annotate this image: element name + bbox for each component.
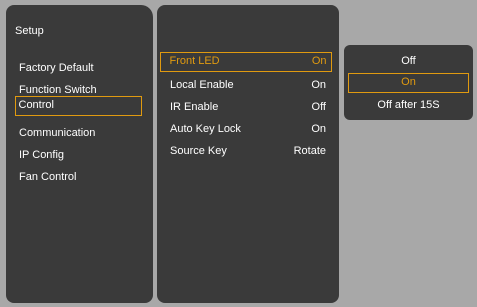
setting-local-enable[interactable]: Local Enable On [160, 75, 332, 95]
setting-value: On [311, 55, 327, 67]
menu-item-ip-config[interactable]: IP Config [15, 145, 142, 165]
option-off[interactable]: Off [348, 51, 469, 71]
setting-value: On [311, 123, 326, 135]
control-settings-panel: Front LED On Local Enable On IR Enable O… [157, 5, 339, 303]
setting-label: Front LED [169, 55, 220, 67]
menu-item-communication[interactable]: Communication [15, 123, 142, 143]
setting-label: Auto Key Lock [170, 123, 241, 135]
setting-auto-key-lock[interactable]: Auto Key Lock On [160, 119, 332, 139]
option-off-after-15s[interactable]: Off after 15S [348, 95, 469, 115]
setting-label: Source Key [170, 145, 227, 157]
menu-item-control[interactable]: Control [15, 96, 142, 116]
option-on[interactable]: On [348, 73, 469, 93]
menu-item-factory-default[interactable]: Factory Default [15, 58, 142, 78]
setting-value: Rotate [293, 145, 326, 157]
setup-title: Setup [15, 25, 44, 37]
setting-label: Local Enable [170, 79, 234, 91]
setting-label: IR Enable [170, 101, 219, 113]
setting-front-led[interactable]: Front LED On [160, 52, 332, 72]
setting-value: Off [311, 101, 326, 113]
setting-value: On [311, 79, 326, 91]
setting-source-key[interactable]: Source Key Rotate [160, 141, 332, 161]
front-led-options-panel: Off On Off after 15S [344, 45, 473, 120]
setting-ir-enable[interactable]: IR Enable Off [160, 97, 332, 117]
setup-menu-panel: Setup Factory Default Function Switch Co… [6, 5, 153, 303]
menu-item-fan-control[interactable]: Fan Control [15, 167, 142, 187]
